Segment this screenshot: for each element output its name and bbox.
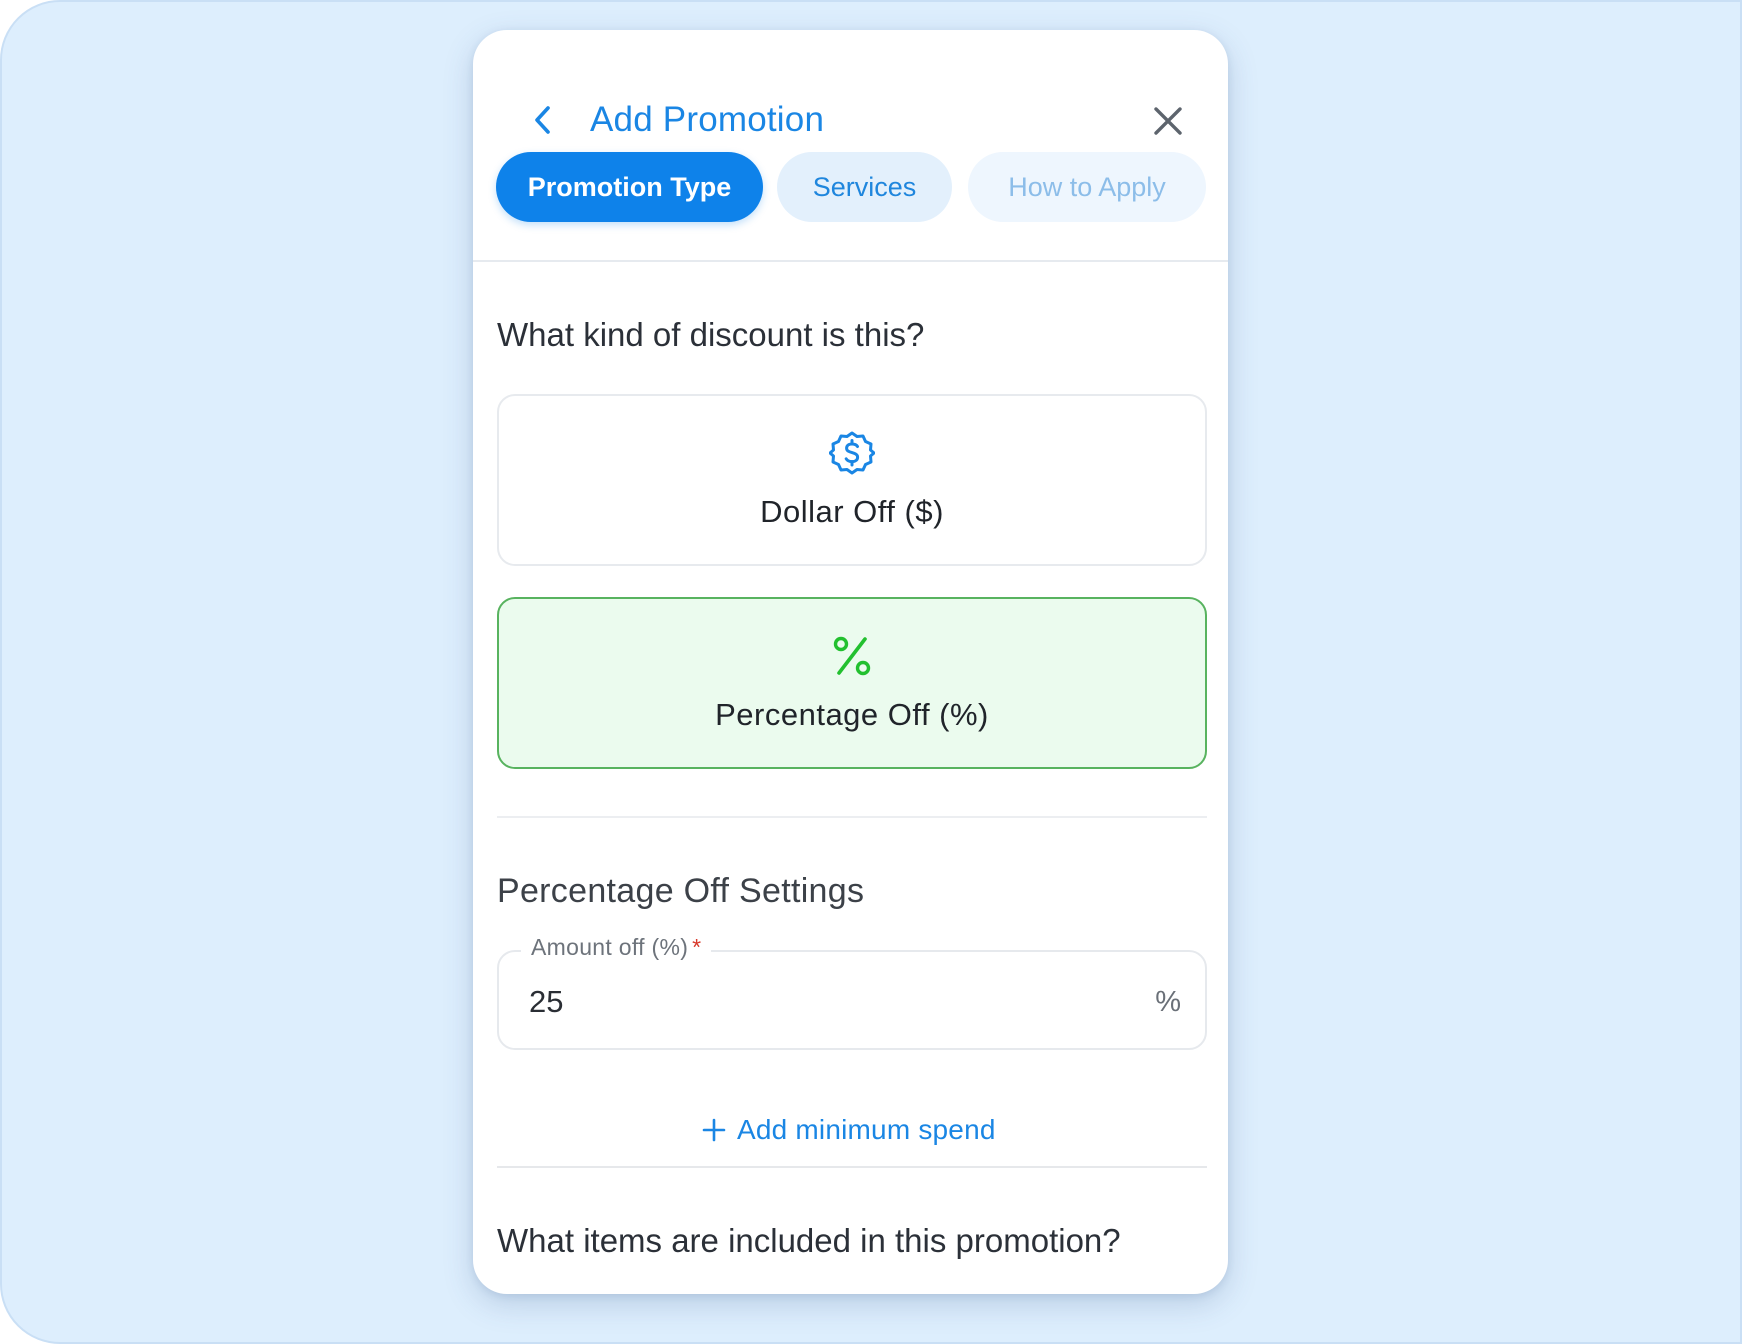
section-divider-bottom bbox=[497, 1166, 1207, 1168]
add-minimum-spend-label: Add minimum spend bbox=[737, 1114, 996, 1145]
tab-services[interactable]: Services bbox=[777, 152, 952, 222]
required-marker: * bbox=[692, 934, 702, 960]
settings-title: Percentage Off Settings bbox=[497, 872, 865, 910]
items-question: What items are included in this promotio… bbox=[497, 1222, 1121, 1259]
step-tabs: Promotion Type Services How to Apply bbox=[496, 152, 1206, 222]
modal-header: Add Promotion bbox=[473, 30, 1228, 148]
add-minimum-spend-button[interactable]: Add minimum spend bbox=[701, 1108, 996, 1152]
percentage-off-option[interactable]: Percentage Off (%) bbox=[497, 597, 1207, 769]
dollar-off-option[interactable]: Dollar Off ($) bbox=[497, 394, 1207, 566]
close-icon bbox=[1154, 107, 1182, 135]
amount-off-label-text: Amount off (%) bbox=[531, 934, 689, 960]
add-promotion-modal: Add Promotion Promotion Type Services Ho… bbox=[473, 30, 1228, 1294]
tab-promotion-type[interactable]: Promotion Type bbox=[496, 152, 763, 222]
header-divider bbox=[473, 260, 1228, 262]
modal-title: Add Promotion bbox=[590, 100, 825, 139]
discount-question: What kind of discount is this? bbox=[497, 316, 925, 353]
section-divider bbox=[497, 816, 1207, 818]
percentage-off-label: Percentage Off (%) bbox=[715, 697, 989, 732]
amount-off-label: Amount off (%) * bbox=[521, 934, 712, 961]
amount-off-input[interactable] bbox=[529, 982, 1109, 1022]
amount-off-field: Amount off (%)* % bbox=[497, 934, 1207, 1050]
tab-how-to-apply[interactable]: How to Apply bbox=[968, 152, 1206, 222]
percent-icon bbox=[499, 631, 1205, 681]
percent-suffix: % bbox=[1155, 986, 1181, 1018]
dollar-off-label: Dollar Off ($) bbox=[760, 494, 944, 529]
dollar-badge-icon bbox=[499, 428, 1205, 478]
chevron-left-icon bbox=[535, 106, 550, 134]
plus-icon bbox=[701, 1117, 727, 1143]
close-button[interactable] bbox=[1143, 96, 1193, 146]
back-button[interactable] bbox=[523, 90, 563, 150]
